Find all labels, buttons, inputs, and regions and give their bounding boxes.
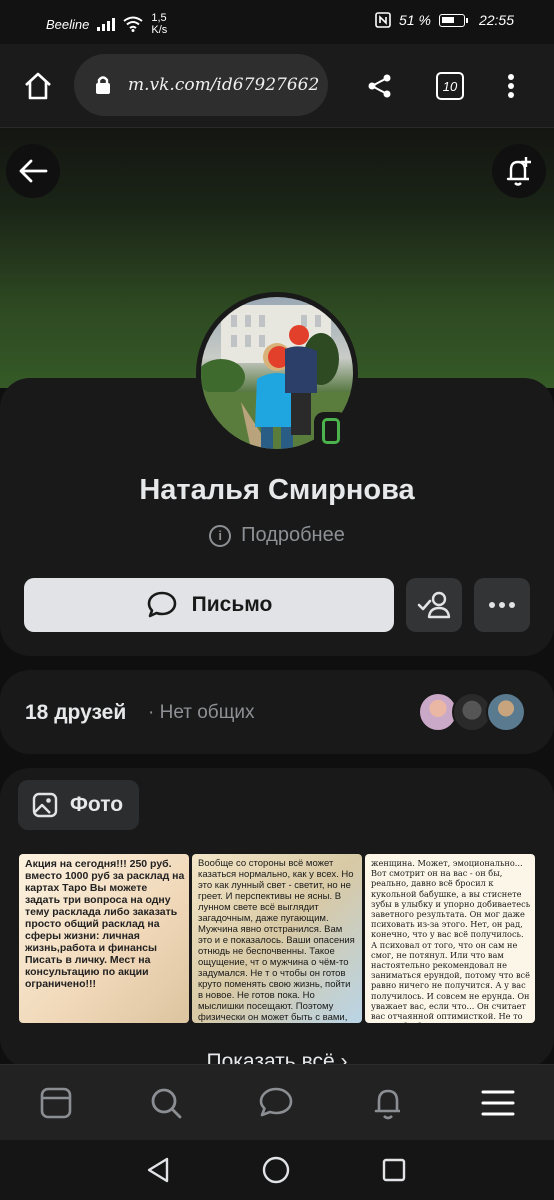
speed-value: 1,5 (151, 12, 167, 24)
home-icon[interactable] (18, 66, 58, 106)
photo-caption: женщина. Может, эмоционально... Вот смот… (371, 858, 531, 1023)
profile-name: Наталья Смирнова (139, 474, 415, 506)
tab-menu[interactable] (476, 1081, 520, 1125)
feed-icon (40, 1087, 72, 1119)
lock-icon (96, 76, 110, 94)
details-link[interactable]: i Подробнее (0, 524, 554, 547)
photo-caption: Акция на сегодня!!! 250 руб. вместо 1000… (25, 858, 185, 990)
user-check-icon (417, 591, 451, 619)
messages-icon (259, 1087, 293, 1117)
photo-caption: Вообще со стороны всё может казаться нор… (198, 858, 355, 1023)
photo-thumbnail[interactable]: Акция на сегодня!!! 250 руб. вместо 1000… (19, 854, 189, 1023)
share-icon[interactable] (362, 66, 398, 106)
browser-toolbar: m.vk.com/id67927662 10 (0, 44, 554, 128)
friend-avatar (486, 692, 526, 732)
hamburger-menu-icon (481, 1090, 515, 1116)
url-text: m.vk.com/id67927662 (128, 75, 320, 95)
photo-thumbnail[interactable]: Вообще со стороны всё может казаться нор… (192, 854, 362, 1023)
details-label: Подробнее (241, 524, 345, 546)
battery-percent: 51 % (399, 12, 431, 28)
more-vertical-icon[interactable] (496, 66, 526, 106)
chat-bubble-icon (147, 591, 176, 618)
nav-back-icon[interactable] (140, 1154, 176, 1186)
speed-unit: K/s (151, 24, 168, 36)
bottom-tab-bar (0, 1064, 554, 1140)
nfc-icon (375, 12, 391, 28)
photo-thumbnail[interactable]: женщина. Может, эмоционально... Вот смот… (365, 854, 535, 1023)
message-button-label: Письмо (191, 593, 273, 616)
mutual-friends: · Нет общих (148, 702, 255, 723)
friend-avatars (418, 692, 526, 732)
friend-status-button[interactable] (406, 578, 462, 632)
tab-messages[interactable] (254, 1081, 298, 1125)
tab-count: 10 (436, 72, 464, 100)
photos-card: Фото Акция на сегодня!!! 250 руб. вместо… (0, 768, 554, 1073)
friends-count: 18 друзей (25, 701, 127, 724)
tab-feed[interactable] (34, 1081, 78, 1125)
nav-recents-icon[interactable] (376, 1154, 412, 1186)
system-navigation-bar (0, 1140, 554, 1200)
bell-icon (374, 1089, 400, 1120)
tab-search[interactable] (144, 1081, 188, 1125)
more-actions-button[interactable] (474, 578, 530, 632)
network-speed: 1,5 K/s (151, 12, 167, 36)
info-icon: i (209, 524, 232, 547)
battery-icon (438, 13, 468, 27)
clock: 22:55 (478, 12, 514, 28)
address-bar[interactable]: m.vk.com/id67927662 (74, 54, 328, 116)
friends-card[interactable]: 18 друзей · Нет общих (0, 670, 554, 754)
tab-photos-label: Фото (70, 793, 124, 816)
tab-notifications[interactable] (366, 1081, 410, 1125)
nav-home-icon[interactable] (258, 1154, 294, 1186)
back-button[interactable] (6, 144, 60, 198)
search-icon (151, 1088, 182, 1119)
tab-photos[interactable]: Фото (18, 780, 139, 830)
online-status-icon (314, 412, 348, 450)
message-button[interactable]: Письмо (24, 578, 394, 632)
subscribe-button[interactable] (492, 144, 546, 198)
arrow-left-icon (19, 159, 48, 183)
tab-switcher-button[interactable]: 10 (430, 66, 470, 106)
carrier-label: Beeline (46, 16, 90, 32)
more-horizontal-icon (489, 602, 515, 608)
status-bar: Beeline 1,5 K/s 51 % 22:55 (0, 0, 554, 44)
wifi-icon (123, 16, 143, 32)
signal-icon (97, 17, 116, 31)
bell-add-icon (506, 157, 531, 186)
image-icon (32, 792, 58, 818)
